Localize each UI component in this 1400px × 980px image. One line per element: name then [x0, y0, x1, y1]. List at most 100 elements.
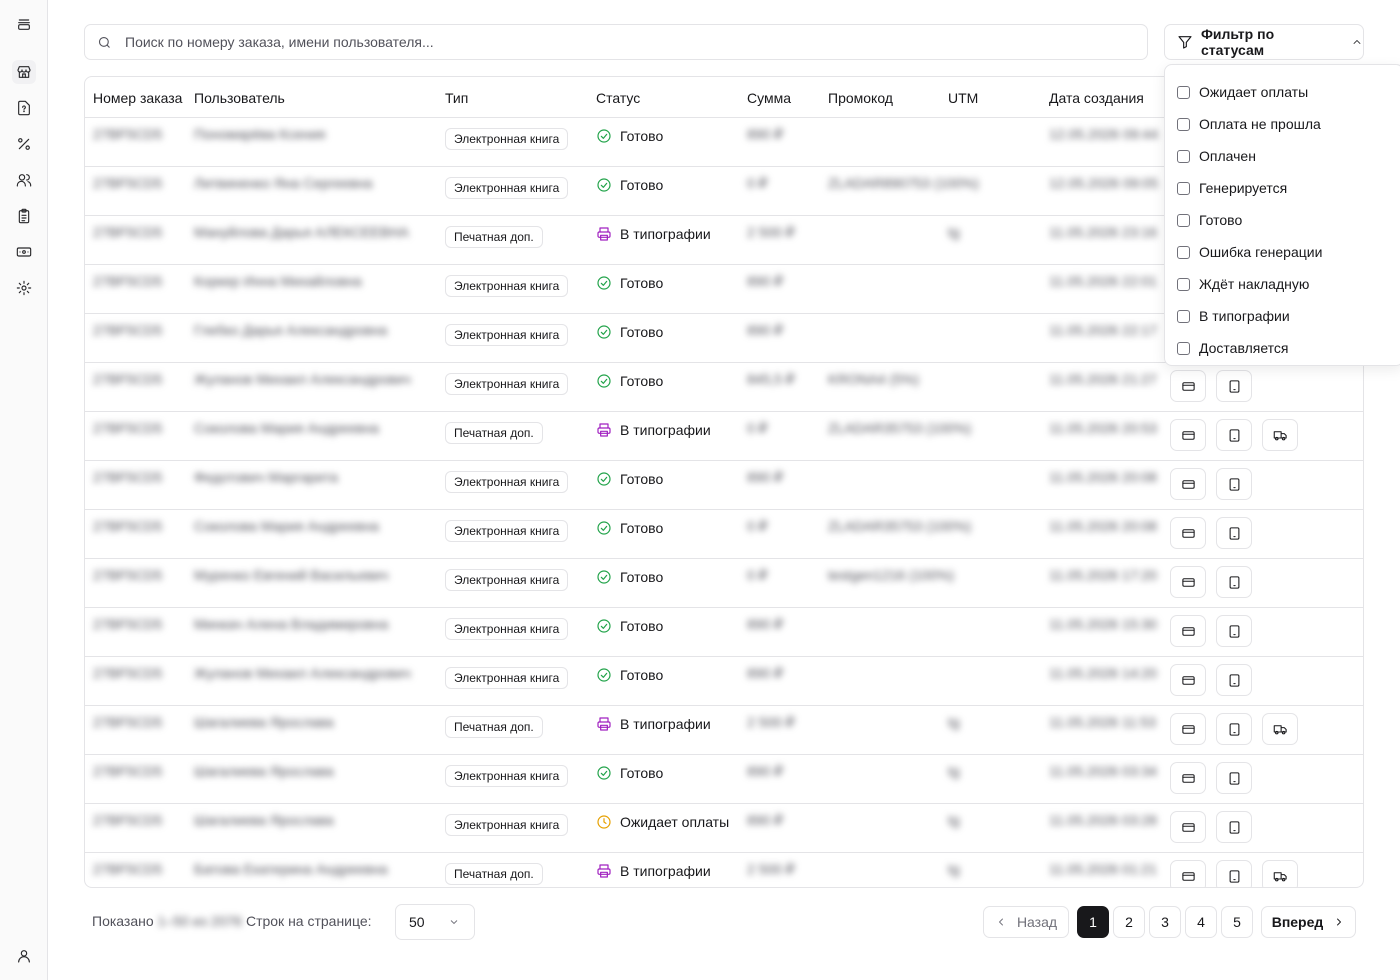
banknote-icon[interactable] — [12, 240, 36, 264]
created-date: 11.05.2026 17:20 — [1049, 567, 1157, 583]
column-header-promo[interactable]: Промокод — [828, 90, 893, 106]
search-icon — [98, 36, 110, 48]
column-header-status[interactable]: Статус — [596, 90, 640, 106]
column-header-utm[interactable]: UTM — [948, 90, 978, 106]
created-date: 11.05.2026 22:01 — [1049, 273, 1157, 289]
payment-button[interactable] — [1170, 566, 1206, 598]
delivery-button[interactable] — [1262, 713, 1298, 745]
column-header-type[interactable]: Тип — [445, 90, 468, 106]
order-sum: 890 ₽ — [747, 616, 784, 632]
table-row[interactable]: 27BF5CD5 Соколова Мария Андреевна Электрон… — [85, 510, 1363, 559]
settings-icon[interactable] — [12, 276, 36, 300]
ebook-button[interactable] — [1216, 762, 1252, 794]
table-row[interactable]: 27BF5CD5 Шагалиева Ярослава Электронная кн… — [85, 804, 1363, 853]
status-option[interactable]: Оплата не прошла — [1165, 108, 1400, 140]
search-input[interactable] — [125, 34, 1025, 50]
percent-icon[interactable] — [12, 132, 36, 156]
store-icon[interactable] — [12, 60, 36, 84]
ebook-button[interactable] — [1216, 517, 1252, 549]
ebook-button[interactable] — [1216, 370, 1252, 402]
payment-button[interactable] — [1170, 860, 1206, 887]
payment-button[interactable] — [1170, 419, 1206, 451]
payment-button[interactable] — [1170, 517, 1206, 549]
status-option-checkbox[interactable] — [1177, 341, 1190, 355]
status-option[interactable]: В типографии — [1165, 300, 1400, 332]
type-badge: Печатная доп. — [445, 226, 543, 248]
ebook-button[interactable] — [1216, 615, 1252, 647]
status-option[interactable]: Генерируется — [1165, 172, 1400, 204]
ebook-button[interactable] — [1216, 860, 1252, 887]
ebook-button[interactable] — [1216, 566, 1252, 598]
payment-button[interactable] — [1170, 811, 1206, 843]
column-header-order[interactable]: Номер заказа — [93, 90, 182, 106]
column-header-user[interactable]: Пользователь — [194, 90, 285, 106]
payment-button[interactable] — [1170, 664, 1206, 696]
ebook-button[interactable] — [1216, 468, 1252, 500]
table-row[interactable]: 27BF5CD5 Батова Екатерина Андреевна Печатн… — [85, 853, 1363, 887]
prev-page-button[interactable]: Назад — [983, 906, 1069, 938]
page-button[interactable]: 3 — [1149, 906, 1181, 938]
status-option-checkbox[interactable] — [1177, 245, 1190, 259]
status-option-checkbox[interactable] — [1177, 277, 1190, 291]
payment-button[interactable] — [1170, 615, 1206, 647]
rows-per-page-select[interactable]: 50 — [395, 904, 475, 940]
next-page-button[interactable]: Вперед — [1261, 906, 1356, 938]
order-number: 27BF5CD5 — [93, 224, 163, 240]
page-button[interactable]: 4 — [1185, 906, 1217, 938]
table-row[interactable]: 27BF5CD5 Шагалиева Ярослава Электронная кн… — [85, 755, 1363, 804]
status-option[interactable]: Ошибка генерации — [1165, 236, 1400, 268]
status-cell: Ожидает оплаты — [596, 814, 729, 830]
payment-button[interactable] — [1170, 468, 1206, 500]
user-icon[interactable] — [12, 944, 36, 968]
status-option-checkbox[interactable] — [1177, 213, 1190, 227]
card-icon — [1181, 822, 1195, 832]
status-cell: Готово — [596, 520, 663, 536]
status-filter-button[interactable]: Фильтр по статусам — [1164, 24, 1364, 60]
payment-button[interactable] — [1170, 370, 1206, 402]
status-option[interactable]: Ожидает оплаты — [1165, 76, 1400, 108]
payment-button[interactable] — [1170, 713, 1206, 745]
page-button[interactable]: 5 — [1221, 906, 1253, 938]
status-option-checkbox[interactable] — [1177, 181, 1190, 195]
status-option[interactable]: Ждёт накладную — [1165, 268, 1400, 300]
status-option-checkbox[interactable] — [1177, 117, 1190, 131]
table-row[interactable]: 27BF5CD5 Жуланов Михаил Александрович Элек… — [85, 363, 1363, 412]
card-icon — [1181, 577, 1195, 587]
delivery-button[interactable] — [1262, 419, 1298, 451]
table-row[interactable]: 27BF5CD5 Муренко Евгений Васильевич Электр… — [85, 559, 1363, 608]
user-name: Соколова Мария Андреевна — [194, 518, 379, 534]
status-option-checkbox[interactable] — [1177, 85, 1190, 99]
page-button[interactable]: 1 — [1077, 906, 1109, 938]
search-box[interactable] — [84, 24, 1148, 60]
user-name: Шагалиева Ярослава — [194, 763, 334, 779]
table-row[interactable]: 27BF5CD5 Федотович Маргарита Электронная к… — [85, 461, 1363, 510]
table-row[interactable]: 27BF5CD5 Соколова Мария Андреевна Печатная… — [85, 412, 1363, 461]
layers-icon[interactable] — [12, 12, 36, 36]
sidebar — [0, 0, 48, 980]
column-header-sum[interactable]: Сумма — [747, 90, 791, 106]
status-option[interactable]: Оплачен — [1165, 140, 1400, 172]
help-file-icon[interactable] — [12, 96, 36, 120]
delivery-button[interactable] — [1262, 860, 1298, 887]
column-header-date[interactable]: Дата создания — [1049, 90, 1144, 106]
users-icon[interactable] — [12, 168, 36, 192]
ebook-button[interactable] — [1216, 713, 1252, 745]
tablet-icon — [1229, 575, 1239, 589]
order-number: 27BF5CD5 — [93, 518, 163, 534]
page-button[interactable]: 2 — [1113, 906, 1145, 938]
ebook-button[interactable] — [1216, 664, 1252, 696]
status-option[interactable]: Доставляется — [1165, 332, 1400, 364]
payment-button[interactable] — [1170, 762, 1206, 794]
status-label: В типографии — [620, 422, 711, 438]
status-ready-icon — [597, 276, 611, 290]
table-row[interactable]: 27BF5CD5 Шагалиева Ярослава Печатная доп. В… — [85, 706, 1363, 755]
ebook-button[interactable] — [1216, 811, 1252, 843]
status-option[interactable]: Готово — [1165, 204, 1400, 236]
clipboard-icon[interactable] — [12, 204, 36, 228]
status-option-checkbox[interactable] — [1177, 149, 1190, 163]
table-row[interactable]: 27BF5CD5 Минкач Алена Владимировна Электро… — [85, 608, 1363, 657]
status-option-checkbox[interactable] — [1177, 309, 1190, 323]
table-row[interactable]: 27BF5CD5 Жуланов Михаил Александрович Элек… — [85, 657, 1363, 706]
tablet-icon — [1229, 722, 1239, 736]
ebook-button[interactable] — [1216, 419, 1252, 451]
